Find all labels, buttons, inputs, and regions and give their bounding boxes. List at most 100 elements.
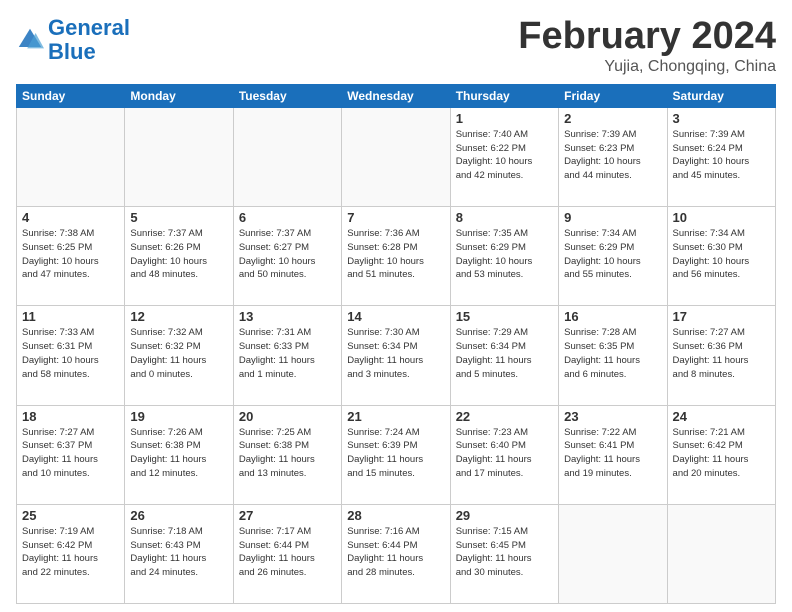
day-number: 10 bbox=[673, 210, 770, 225]
calendar-cell bbox=[125, 107, 233, 206]
calendar-week-3: 11 Sunrise: 7:33 AM Sunset: 6:31 PM Dayli… bbox=[17, 306, 776, 405]
day-info: Sunrise: 7:24 AM Sunset: 6:39 PM Dayligh… bbox=[347, 426, 444, 481]
weekday-header-thursday: Thursday bbox=[450, 84, 558, 107]
day-number: 24 bbox=[673, 409, 770, 424]
day-number: 21 bbox=[347, 409, 444, 424]
day-info: Sunrise: 7:25 AM Sunset: 6:38 PM Dayligh… bbox=[239, 426, 336, 481]
day-number: 29 bbox=[456, 508, 553, 523]
calendar-cell: 12Sunrise: 7:32 AM Sunset: 6:32 PM Dayli… bbox=[125, 306, 233, 405]
day-info: Sunrise: 7:21 AM Sunset: 6:42 PM Dayligh… bbox=[673, 426, 770, 481]
day-info: Sunrise: 7:40 AM Sunset: 6:22 PM Dayligh… bbox=[456, 128, 553, 183]
day-number: 5 bbox=[130, 210, 227, 225]
weekday-header-row: SundayMondayTuesdayWednesdayThursdayFrid… bbox=[17, 84, 776, 107]
calendar-cell: 23 Sunrise: 7:22 AM Sunset: 6:41 PM Dayli… bbox=[559, 405, 667, 504]
day-number: 4 bbox=[22, 210, 119, 225]
logo-icon bbox=[16, 26, 44, 54]
calendar-cell: 28Sunrise: 7:16 AM Sunset: 6:44 PM Dayli… bbox=[342, 504, 450, 603]
day-number: 14 bbox=[347, 309, 444, 324]
header: General Blue February 2024 Yujia, Chongq… bbox=[16, 16, 776, 76]
day-number: 9 bbox=[564, 210, 661, 225]
day-number: 11 bbox=[22, 309, 119, 324]
calendar-cell: 5Sunrise: 7:37 AM Sunset: 6:26 PM Daylig… bbox=[125, 207, 233, 306]
day-info: Sunrise: 7:30 AM Sunset: 6:34 PM Dayligh… bbox=[347, 326, 444, 381]
calendar-cell bbox=[667, 504, 775, 603]
calendar-cell: 25 Sunrise: 7:19 AM Sunset: 6:42 PM Dayli… bbox=[17, 504, 125, 603]
day-number: 1 bbox=[456, 111, 553, 126]
calendar-cell: 18Sunrise: 7:27 AM Sunset: 6:37 PM Dayli… bbox=[17, 405, 125, 504]
logo-general: General bbox=[48, 15, 130, 40]
calendar-cell: 3 Sunrise: 7:39 AM Sunset: 6:24 PM Daylig… bbox=[667, 107, 775, 206]
day-number: 16 bbox=[564, 309, 661, 324]
day-info: Sunrise: 7:34 AM Sunset: 6:29 PM Dayligh… bbox=[564, 227, 661, 282]
calendar-cell: 2 Sunrise: 7:39 AM Sunset: 6:23 PM Daylig… bbox=[559, 107, 667, 206]
logo-blue: Blue bbox=[48, 39, 96, 64]
calendar-cell: 16 Sunrise: 7:28 AM Sunset: 6:35 PM Dayli… bbox=[559, 306, 667, 405]
day-number: 17 bbox=[673, 309, 770, 324]
day-number: 13 bbox=[239, 309, 336, 324]
calendar-cell: 20 Sunrise: 7:25 AM Sunset: 6:38 PM Dayli… bbox=[233, 405, 341, 504]
calendar-cell bbox=[342, 107, 450, 206]
day-info: Sunrise: 7:16 AM Sunset: 6:44 PM Dayligh… bbox=[347, 525, 444, 580]
day-number: 2 bbox=[564, 111, 661, 126]
day-info: Sunrise: 7:37 AM Sunset: 6:27 PM Dayligh… bbox=[239, 227, 336, 282]
day-info: Sunrise: 7:34 AM Sunset: 6:30 PM Dayligh… bbox=[673, 227, 770, 282]
day-info: Sunrise: 7:33 AM Sunset: 6:31 PM Dayligh… bbox=[22, 326, 119, 381]
day-info: Sunrise: 7:36 AM Sunset: 6:28 PM Dayligh… bbox=[347, 227, 444, 282]
calendar-cell: 1 Sunrise: 7:40 AM Sunset: 6:22 PM Daylig… bbox=[450, 107, 558, 206]
day-info: Sunrise: 7:27 AM Sunset: 6:37 PM Dayligh… bbox=[22, 426, 119, 481]
calendar-cell: 22 Sunrise: 7:23 AM Sunset: 6:40 PM Dayli… bbox=[450, 405, 558, 504]
day-info: Sunrise: 7:23 AM Sunset: 6:40 PM Dayligh… bbox=[456, 426, 553, 481]
day-info: Sunrise: 7:39 AM Sunset: 6:24 PM Dayligh… bbox=[673, 128, 770, 183]
day-info: Sunrise: 7:19 AM Sunset: 6:42 PM Dayligh… bbox=[22, 525, 119, 580]
calendar-cell: 27 Sunrise: 7:17 AM Sunset: 6:44 PM Dayli… bbox=[233, 504, 341, 603]
weekday-header-saturday: Saturday bbox=[667, 84, 775, 107]
day-info: Sunrise: 7:31 AM Sunset: 6:33 PM Dayligh… bbox=[239, 326, 336, 381]
calendar-cell: 6 Sunrise: 7:37 AM Sunset: 6:27 PM Daylig… bbox=[233, 207, 341, 306]
day-number: 27 bbox=[239, 508, 336, 523]
calendar-week-4: 18Sunrise: 7:27 AM Sunset: 6:37 PM Dayli… bbox=[17, 405, 776, 504]
calendar-cell: 29 Sunrise: 7:15 AM Sunset: 6:45 PM Dayli… bbox=[450, 504, 558, 603]
logo: General Blue bbox=[16, 16, 130, 64]
location-subtitle: Yujia, Chongqing, China bbox=[518, 58, 776, 76]
calendar-cell: 10 Sunrise: 7:34 AM Sunset: 6:30 PM Dayli… bbox=[667, 207, 775, 306]
day-info: Sunrise: 7:39 AM Sunset: 6:23 PM Dayligh… bbox=[564, 128, 661, 183]
month-title: February 2024 bbox=[518, 16, 776, 58]
day-number: 6 bbox=[239, 210, 336, 225]
day-info: Sunrise: 7:27 AM Sunset: 6:36 PM Dayligh… bbox=[673, 326, 770, 381]
calendar-cell: 21 Sunrise: 7:24 AM Sunset: 6:39 PM Dayli… bbox=[342, 405, 450, 504]
day-info: Sunrise: 7:29 AM Sunset: 6:34 PM Dayligh… bbox=[456, 326, 553, 381]
day-info: Sunrise: 7:22 AM Sunset: 6:41 PM Dayligh… bbox=[564, 426, 661, 481]
calendar-cell: 19Sunrise: 7:26 AM Sunset: 6:38 PM Dayli… bbox=[125, 405, 233, 504]
day-info: Sunrise: 7:28 AM Sunset: 6:35 PM Dayligh… bbox=[564, 326, 661, 381]
weekday-header-monday: Monday bbox=[125, 84, 233, 107]
calendar-cell: 14 Sunrise: 7:30 AM Sunset: 6:34 PM Dayli… bbox=[342, 306, 450, 405]
calendar-cell: 17 Sunrise: 7:27 AM Sunset: 6:36 PM Dayli… bbox=[667, 306, 775, 405]
day-info: Sunrise: 7:38 AM Sunset: 6:25 PM Dayligh… bbox=[22, 227, 119, 282]
calendar-table: SundayMondayTuesdayWednesdayThursdayFrid… bbox=[16, 84, 776, 604]
calendar-cell: 24 Sunrise: 7:21 AM Sunset: 6:42 PM Dayli… bbox=[667, 405, 775, 504]
day-number: 20 bbox=[239, 409, 336, 424]
weekday-header-sunday: Sunday bbox=[17, 84, 125, 107]
day-number: 7 bbox=[347, 210, 444, 225]
calendar-cell: 15 Sunrise: 7:29 AM Sunset: 6:34 PM Dayli… bbox=[450, 306, 558, 405]
calendar-cell: 9 Sunrise: 7:34 AM Sunset: 6:29 PM Daylig… bbox=[559, 207, 667, 306]
day-number: 25 bbox=[22, 508, 119, 523]
day-number: 23 bbox=[564, 409, 661, 424]
calendar-cell: 4 Sunrise: 7:38 AM Sunset: 6:25 PM Daylig… bbox=[17, 207, 125, 306]
title-block: February 2024 Yujia, Chongqing, China bbox=[518, 16, 776, 76]
day-number: 22 bbox=[456, 409, 553, 424]
day-number: 3 bbox=[673, 111, 770, 126]
day-number: 15 bbox=[456, 309, 553, 324]
day-info: Sunrise: 7:15 AM Sunset: 6:45 PM Dayligh… bbox=[456, 525, 553, 580]
weekday-header-wednesday: Wednesday bbox=[342, 84, 450, 107]
calendar-cell: 11 Sunrise: 7:33 AM Sunset: 6:31 PM Dayli… bbox=[17, 306, 125, 405]
day-number: 12 bbox=[130, 309, 227, 324]
calendar-week-1: 1 Sunrise: 7:40 AM Sunset: 6:22 PM Daylig… bbox=[17, 107, 776, 206]
day-info: Sunrise: 7:35 AM Sunset: 6:29 PM Dayligh… bbox=[456, 227, 553, 282]
weekday-header-tuesday: Tuesday bbox=[233, 84, 341, 107]
calendar-cell: 7 Sunrise: 7:36 AM Sunset: 6:28 PM Daylig… bbox=[342, 207, 450, 306]
logo-text: General Blue bbox=[48, 16, 130, 64]
calendar-cell bbox=[559, 504, 667, 603]
calendar-cell: 13 Sunrise: 7:31 AM Sunset: 6:33 PM Dayli… bbox=[233, 306, 341, 405]
day-info: Sunrise: 7:17 AM Sunset: 6:44 PM Dayligh… bbox=[239, 525, 336, 580]
